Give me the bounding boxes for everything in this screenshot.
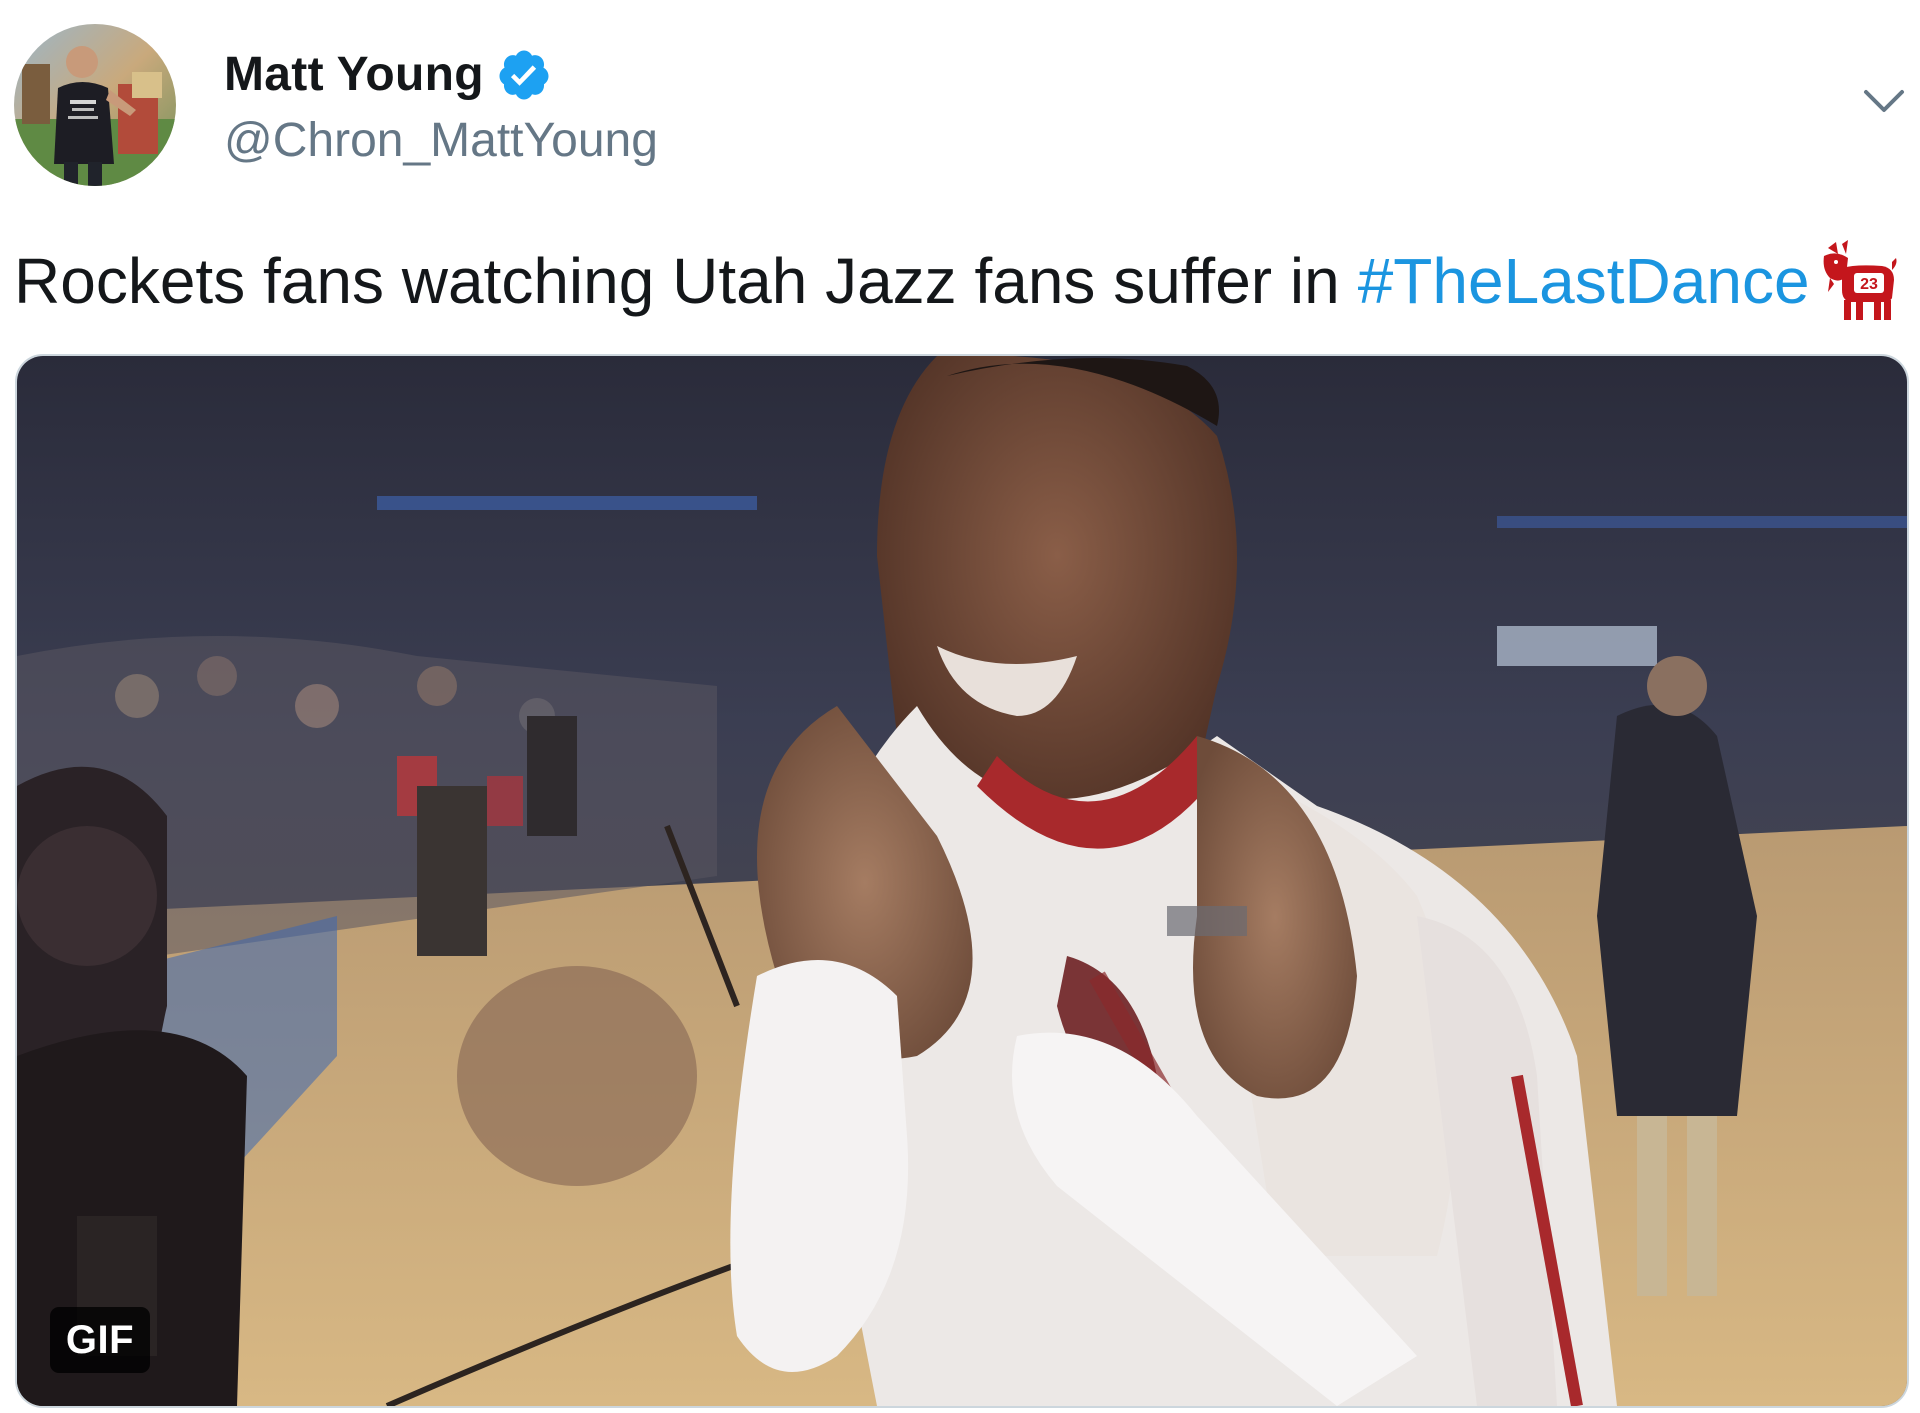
goat-23-icon: 23	[1816, 240, 1898, 322]
tweet-body: Rockets fans watching Utah Jazz fans suf…	[14, 245, 1340, 317]
gif-badge: GIF	[50, 1307, 150, 1373]
tweet-text: Rockets fans watching Utah Jazz fans suf…	[14, 240, 1898, 322]
avatar[interactable]	[14, 24, 176, 186]
tweet-card: Matt Young @Chron_MattYoung Rockets fans…	[0, 0, 1920, 1413]
author-names: Matt Young @Chron_MattYoung	[224, 43, 658, 168]
hashtag-link[interactable]: #TheLastDance	[1358, 244, 1810, 318]
gif-media[interactable]: GIF	[15, 354, 1909, 1408]
verified-badge-icon	[496, 47, 552, 103]
display-name-row: Matt Young	[224, 43, 658, 107]
chevron-down-icon[interactable]	[1862, 86, 1906, 116]
display-name[interactable]: Matt Young	[224, 47, 484, 102]
goat-number: 23	[1860, 276, 1878, 293]
tweet-header: Matt Young @Chron_MattYoung	[14, 24, 658, 186]
author-handle[interactable]: @Chron_MattYoung	[224, 113, 658, 168]
gif-frame	[17, 356, 1907, 1406]
